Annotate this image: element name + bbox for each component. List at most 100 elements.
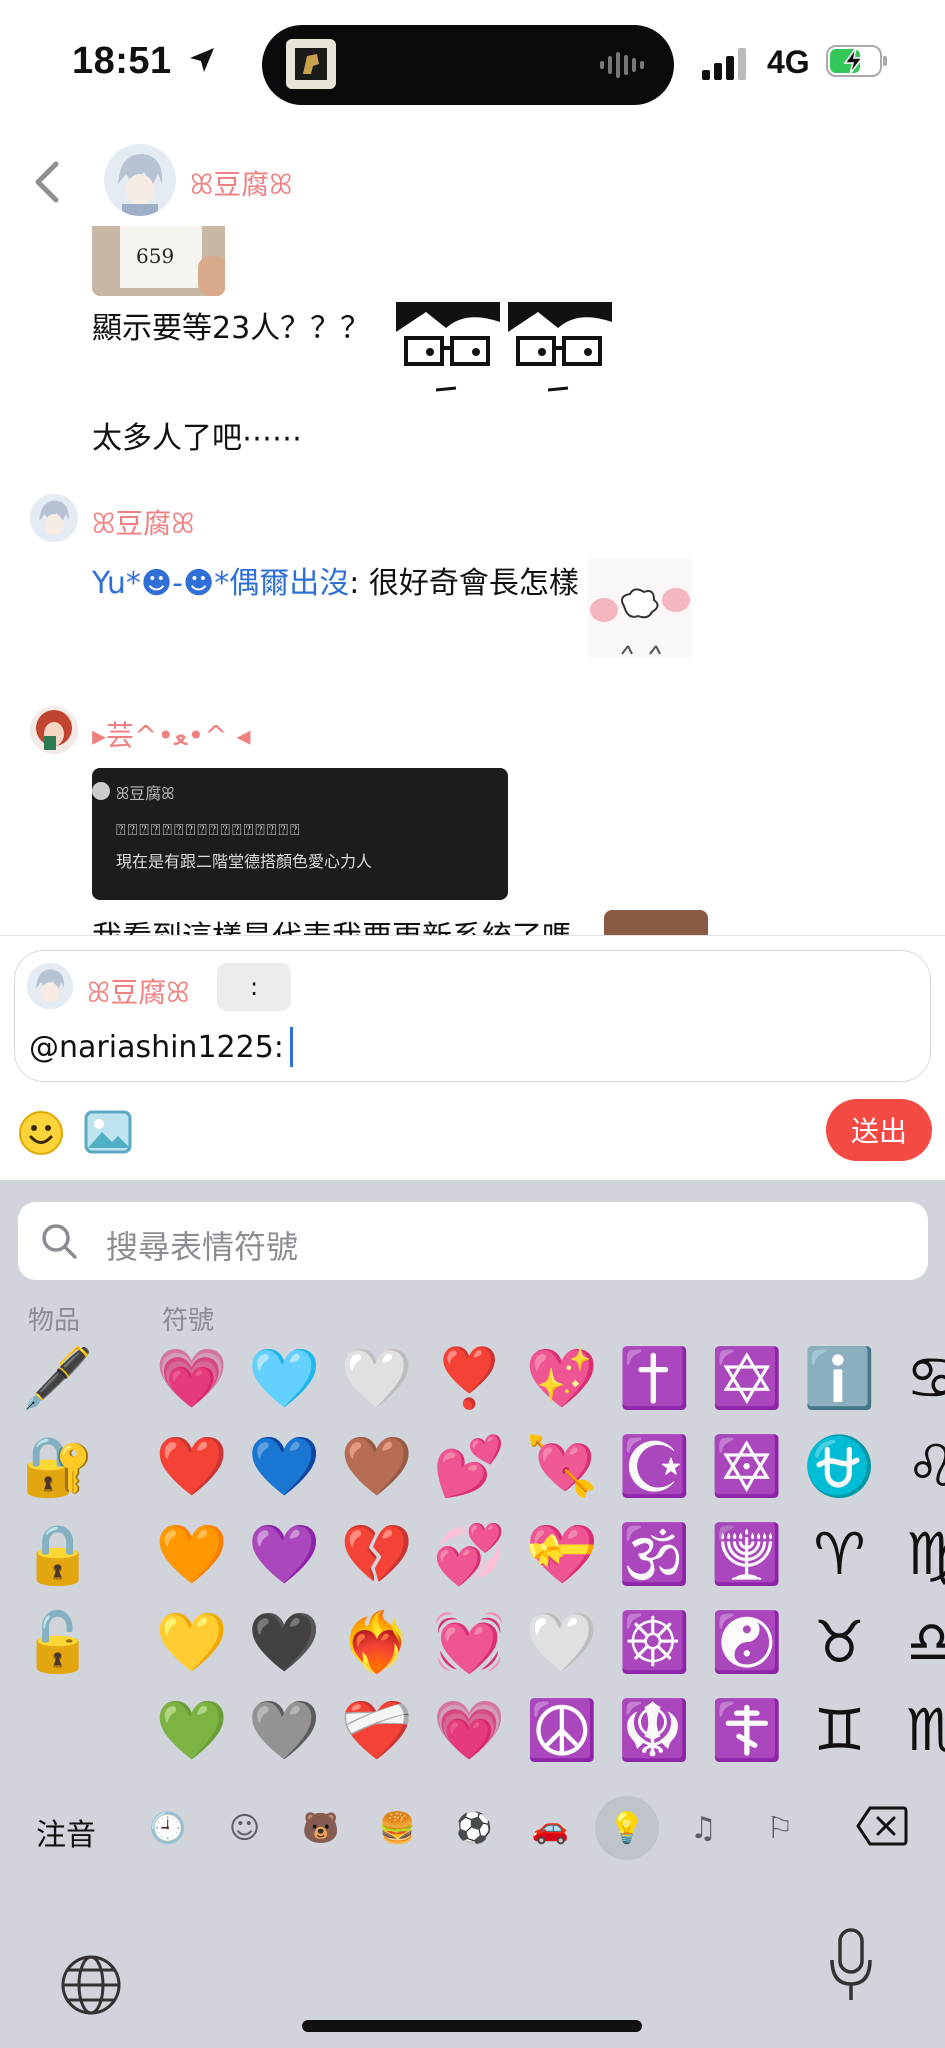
emoji-key[interactable]: 🔒 bbox=[18, 1514, 98, 1594]
header-username[interactable]: ꕤ豆腐ꕤ bbox=[190, 163, 293, 203]
emoji-key[interactable]: ❤️‍🔥 bbox=[337, 1602, 417, 1682]
emoji-key[interactable]: 🧡 bbox=[152, 1514, 232, 1594]
message-text: Yu*☻-☻*偶爾出沒: 很好奇會長怎樣 bbox=[92, 558, 579, 602]
emoji-key[interactable]: 💚 bbox=[152, 1690, 232, 1770]
emoji-key[interactable]: 💛 bbox=[152, 1602, 232, 1682]
emoji-key[interactable]: 💝 bbox=[522, 1514, 602, 1594]
emoji-search-field[interactable]: 搜尋表情符號 bbox=[18, 1202, 928, 1280]
tab-food-icon[interactable]: 🍔 bbox=[376, 1806, 420, 1850]
avatar[interactable] bbox=[30, 494, 78, 542]
emoji-key[interactable]: 💗 bbox=[152, 1338, 232, 1418]
divider bbox=[0, 935, 945, 936]
delete-key-icon[interactable] bbox=[856, 1806, 908, 1846]
message-username[interactable]: ▸芸^•ﻌ•^ ◂ bbox=[92, 714, 251, 754]
status-time: 18:51 bbox=[72, 40, 217, 83]
emoji-picker-button[interactable] bbox=[18, 1110, 64, 1156]
emoji-key[interactable]: ♌ bbox=[892, 1426, 945, 1506]
emoji-key[interactable]: ❤️‍🩹 bbox=[337, 1690, 417, 1770]
language-label[interactable]: 注音 bbox=[36, 1810, 96, 1854]
emoji-key[interactable]: 💗 bbox=[430, 1690, 510, 1770]
emoji-key[interactable]: ☮️ bbox=[522, 1690, 602, 1770]
globe-icon[interactable] bbox=[60, 1954, 122, 2016]
colon-chip[interactable]: : bbox=[217, 963, 291, 1011]
mention-link[interactable]: Yu*☻-☻*偶爾出沒 bbox=[92, 566, 349, 601]
tab-symbols-icon[interactable]: ♫ bbox=[682, 1806, 726, 1850]
emoji-key[interactable]: 🪯 bbox=[615, 1690, 695, 1770]
emoji-key[interactable]: ❣️ bbox=[430, 1338, 510, 1418]
emoji-key[interactable]: 💘 bbox=[522, 1426, 602, 1506]
emoji-key[interactable]: ℹ️ bbox=[800, 1338, 880, 1418]
sticker-glasses-face-2[interactable] bbox=[508, 302, 612, 406]
emoji-key[interactable]: ♉ bbox=[800, 1602, 880, 1682]
emoji-key[interactable]: 🕎 bbox=[707, 1514, 787, 1594]
emoji-key[interactable]: 💖 bbox=[522, 1338, 602, 1418]
message-text: 我看到這樣是代表我要更新系統了嗎 bbox=[92, 912, 572, 935]
quoted-line-1: ⍰⍰⍰⍰⍰⍰⍰⍰⍰⍰⍰⍰⍰⍰⍰⍰ bbox=[116, 820, 302, 839]
chat-messages[interactable]: 659 顯示要等23人？？？ 太多人了吧⋯⋯ ꕤ豆腐ꕤ Yu*☻-☻*偶爾出沒:… bbox=[0, 220, 945, 935]
message-username[interactable]: ꕤ豆腐ꕤ bbox=[92, 502, 195, 542]
quoted-screenshot[interactable]: ꕤ豆腐ꕤ ⍰⍰⍰⍰⍰⍰⍰⍰⍰⍰⍰⍰⍰⍰⍰⍰ 現在是有跟二階堂德搭顏色愛心力人 bbox=[92, 768, 508, 900]
tab-activity-icon[interactable]: ⚽ bbox=[452, 1806, 496, 1850]
emoji-key[interactable]: 💞 bbox=[430, 1514, 510, 1594]
emoji-key[interactable]: 🤎 bbox=[337, 1426, 417, 1506]
emoji-key[interactable]: 🔯 bbox=[707, 1426, 787, 1506]
message-body: : 很好奇會長怎樣 bbox=[349, 566, 579, 601]
emoji-key[interactable]: ✡️ bbox=[707, 1338, 787, 1418]
emoji-key[interactable]: ✝️ bbox=[615, 1338, 695, 1418]
emoji-key[interactable]: 💙 bbox=[245, 1426, 325, 1506]
sticker-photo[interactable] bbox=[604, 910, 708, 935]
message-input-box[interactable]: ꕤ豆腐ꕤ : @nariashin1225: bbox=[14, 950, 931, 1082]
emoji-key[interactable]: ♋ bbox=[892, 1338, 945, 1418]
emoji-key[interactable]: ♍ bbox=[892, 1514, 945, 1594]
emoji-key[interactable]: 🔓 bbox=[18, 1602, 98, 1682]
message-input[interactable]: @nariashin1225: bbox=[29, 1027, 293, 1067]
emoji-key[interactable]: ♏ bbox=[892, 1690, 945, 1770]
tab-flags-icon[interactable]: ⚐ bbox=[758, 1806, 802, 1850]
sticker-cloud-cheeks[interactable] bbox=[588, 558, 692, 658]
emoji-key[interactable]: 🖤 bbox=[245, 1602, 325, 1682]
emoji-key[interactable]: 🤍 bbox=[337, 1338, 417, 1418]
emoji-key[interactable]: ☯️ bbox=[707, 1602, 787, 1682]
emoji-keyboard: 搜尋表情符號 物品 符號 🖋️ 🔐 🔒 🔓 💗 🩵 🤍 ❣️ 💖 ✝️ ✡️ ℹ️ ♋ ❤️ 💙 🤎 💕 💘 ☪️ 🔯… bbox=[0, 1180, 945, 2048]
back-button[interactable] bbox=[28, 160, 68, 204]
sticker-glasses-face-1[interactable] bbox=[396, 302, 500, 406]
network-type: 4G bbox=[767, 44, 810, 80]
emoji-key[interactable]: 🩶 bbox=[245, 1690, 325, 1770]
image-picker-button[interactable] bbox=[84, 1110, 132, 1154]
audio-waveform-icon bbox=[600, 52, 644, 78]
emoji-key[interactable]: 💓 bbox=[430, 1602, 510, 1682]
microphone-icon[interactable] bbox=[828, 1928, 874, 2002]
tab-objects-icon[interactable]: 💡 bbox=[595, 1796, 659, 1860]
emoji-key[interactable]: ☦️ bbox=[707, 1690, 787, 1770]
avatar[interactable] bbox=[104, 144, 176, 216]
emoji-key[interactable]: 🔐 bbox=[18, 1426, 98, 1506]
emoji-key[interactable]: 🤍 bbox=[522, 1602, 602, 1682]
emoji-key[interactable]: 💔 bbox=[337, 1514, 417, 1594]
emoji-key[interactable]: ♈ bbox=[800, 1514, 880, 1594]
emoji-key[interactable]: 🩵 bbox=[245, 1338, 325, 1418]
emoji-key[interactable]: 💜 bbox=[245, 1514, 325, 1594]
emoji-key[interactable]: 💕 bbox=[430, 1426, 510, 1506]
tab-smileys-icon[interactable]: ☺ bbox=[223, 1806, 267, 1850]
tab-recent-icon[interactable]: 🕘 bbox=[146, 1806, 190, 1850]
message-text: 顯示要等23人？？？ bbox=[92, 311, 371, 346]
battery-charging-icon bbox=[826, 45, 887, 77]
category-title-objects: 物品 bbox=[28, 1306, 81, 1336]
tab-travel-icon[interactable]: 🚗 bbox=[529, 1806, 573, 1850]
tab-animals-icon[interactable]: 🐻 bbox=[299, 1806, 343, 1850]
emoji-key[interactable]: ☸️ bbox=[615, 1602, 695, 1682]
emoji-key[interactable]: ♊ bbox=[800, 1690, 880, 1770]
emoji-key[interactable]: 🕉️ bbox=[615, 1514, 695, 1594]
ticket-photo[interactable]: 659 bbox=[92, 226, 225, 296]
avatar[interactable] bbox=[30, 706, 78, 754]
emoji-key[interactable]: ♎ bbox=[892, 1602, 945, 1682]
home-indicator bbox=[302, 2020, 642, 2032]
emoji-key[interactable]: ⛎ bbox=[800, 1426, 880, 1506]
category-title-symbols: 符號 bbox=[162, 1306, 215, 1336]
emoji-key[interactable]: 🖋️ bbox=[18, 1338, 98, 1418]
avatar bbox=[27, 963, 73, 1009]
dynamic-island bbox=[262, 25, 674, 105]
emoji-key[interactable]: ☪️ bbox=[615, 1426, 695, 1506]
emoji-key[interactable]: ❤️ bbox=[152, 1426, 232, 1506]
send-button[interactable]: 送出 bbox=[826, 1099, 932, 1161]
